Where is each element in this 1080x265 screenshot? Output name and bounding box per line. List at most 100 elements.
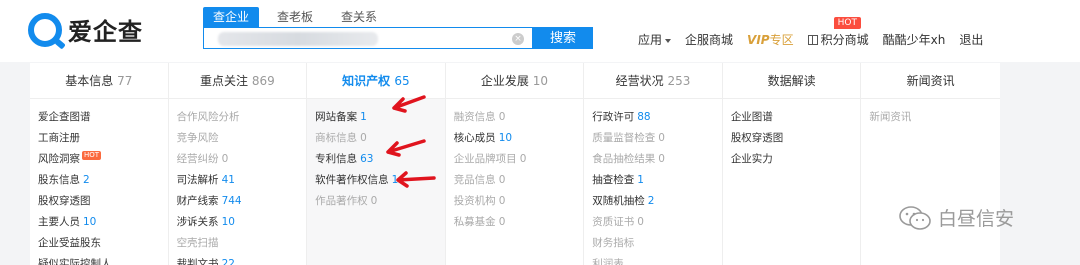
vip-suffix: 专区: [769, 33, 794, 47]
tab-basic-info[interactable]: 基本信息 77: [30, 63, 169, 98]
category-item-count: 0: [658, 132, 665, 144]
category-item[interactable]: 爱企查图谱: [38, 107, 168, 128]
category-item-label: 财产线索: [176, 195, 219, 207]
category-item[interactable]: 商标信息 0: [315, 128, 445, 149]
category-item-label: 软件著作权信息: [315, 174, 389, 186]
tab-operations[interactable]: 经营状况 253: [584, 63, 723, 98]
tab-count: 10: [532, 74, 549, 88]
tab-count: 869: [251, 74, 275, 88]
category-item[interactable]: 财务指标: [592, 233, 722, 254]
nav-user[interactable]: 酷酷少年xh: [883, 31, 946, 48]
category-column: 融资信息 0 核心成员 10 企业品牌项目 0 竞品信息 0 投资机构 0 私募基金 0: [446, 99, 585, 265]
blurred-query: [218, 32, 378, 46]
category-item-label: 疑似实际控制人: [38, 258, 112, 265]
category-item[interactable]: 工商注册: [38, 128, 168, 149]
category-item[interactable]: 竞争风险: [177, 128, 307, 149]
category-item[interactable]: 新闻资讯: [869, 107, 1000, 128]
category-item[interactable]: 涉诉关系 10: [177, 212, 307, 233]
category-item-label: 空壳扫描: [176, 237, 219, 249]
tab-label: 企业发展: [480, 74, 529, 88]
category-item[interactable]: 竞品信息 0: [454, 170, 584, 191]
category-item-label: 核心成员: [453, 132, 496, 144]
category-item-label: 企业实力: [730, 153, 773, 165]
tab-key-focus[interactable]: 重点关注 869: [169, 63, 308, 98]
tab-label: 经营状况: [615, 74, 664, 88]
category-tabs: 基本信息 77 重点关注 869 知识产权 65 企业发展 10 经营状况 25…: [30, 63, 1000, 99]
category-item[interactable]: 核心成员 10: [454, 128, 584, 149]
category-item[interactable]: 资质证书 0: [592, 212, 722, 233]
hot-badge: HOT: [82, 151, 102, 160]
category-item[interactable]: 企业品牌项目 0: [454, 149, 584, 170]
category-column: 合作风险分析竞争风险经营纠纷 0 司法解析 41 财产线索 744 涉诉关系 10 空壳扫描裁判…: [169, 99, 308, 265]
category-item-label: 股权穿透图: [730, 132, 784, 144]
category-item[interactable]: 企业实力: [731, 149, 861, 170]
tab-label: 知识产权: [342, 74, 391, 88]
category-item[interactable]: 食品抽检结果 0: [592, 149, 722, 170]
category-item[interactable]: 网站备案 1: [315, 107, 445, 128]
category-item-count: 0: [360, 132, 367, 144]
search-input[interactable]: ×: [203, 27, 533, 49]
hot-badge: HOT: [833, 17, 861, 29]
category-item-count: 0: [370, 195, 378, 207]
tab-search-company[interactable]: 查企业: [203, 7, 260, 27]
category-item[interactable]: 股权穿透图: [38, 191, 168, 212]
logo[interactable]: 爱企查: [28, 12, 143, 47]
tab-data-analysis[interactable]: 数据解读: [723, 63, 862, 98]
category-item[interactable]: 质量监督检查 0: [592, 128, 722, 149]
category-column: 网站备案 1 商标信息 0 专利信息 63 软件著作权信息 1 作品著作权 0: [307, 99, 446, 265]
category-item[interactable]: 利润表: [592, 254, 722, 265]
nav-vip[interactable]: VIP专区: [747, 31, 794, 48]
category-item[interactable]: 抽查检查 1: [592, 170, 722, 191]
category-item-label: 双随机抽检: [592, 195, 645, 207]
category-item-label: 股权穿透图: [38, 195, 91, 207]
category-item[interactable]: 裁判文书 22: [177, 254, 307, 265]
category-item-label: 爱企查图谱: [38, 111, 91, 123]
nav-logout[interactable]: 退出: [959, 31, 983, 48]
top-nav: 应用 企服商城 VIP专区 积分商城 HOT 酷酷少年xh 退出: [638, 17, 997, 48]
category-item-label: 作品著作权: [315, 195, 368, 207]
tab-development[interactable]: 企业发展 10: [446, 63, 585, 98]
category-column: 新闻资讯: [861, 99, 1000, 265]
category-item[interactable]: 司法解析 41: [177, 170, 307, 191]
category-item-label: 企业品牌项目: [453, 153, 517, 165]
category-item[interactable]: 股权穿透图: [731, 128, 861, 149]
nav-apps[interactable]: 应用: [638, 31, 672, 48]
category-column: 企业图谱股权穿透图企业实力: [723, 99, 862, 265]
category-item-label: 竞争风险: [176, 132, 219, 144]
category-item[interactable]: 行政许可 88: [592, 107, 722, 128]
category-item[interactable]: 双随机抽检 2: [592, 191, 722, 212]
category-item[interactable]: 合作风险分析: [177, 107, 307, 128]
category-item-count: 0: [498, 216, 506, 228]
category-item-label: 裁判文书: [176, 258, 219, 265]
tab-search-boss[interactable]: 查老板: [267, 7, 323, 27]
category-item[interactable]: 经营纠纷 0: [177, 149, 307, 170]
search-button[interactable]: 搜索: [533, 27, 593, 49]
category-item[interactable]: 空壳扫描: [177, 233, 307, 254]
category-item[interactable]: 私募基金 0: [454, 212, 584, 233]
clear-icon[interactable]: ×: [512, 33, 524, 45]
nav-mall[interactable]: 企服商城: [685, 31, 733, 48]
category-item[interactable]: 企业图谱: [731, 107, 861, 128]
category-item[interactable]: 融资信息 0: [454, 107, 584, 128]
tab-news[interactable]: 新闻资讯: [861, 63, 1000, 98]
category-item-label: 利润表: [592, 258, 624, 265]
category-item[interactable]: 股东信息 2: [38, 170, 168, 191]
category-item[interactable]: 财产线索 744: [177, 191, 307, 212]
nav-points-mall[interactable]: 积分商城 HOT: [807, 17, 869, 48]
category-item[interactable]: 软件著作权信息 1: [315, 170, 445, 191]
category-column: 爱企查图谱工商注册风险洞察 HOT 股东信息 2 股权穿透图主要人员 10 企业受益股东疑似…: [30, 99, 169, 265]
category-item[interactable]: 风险洞察 HOT: [38, 149, 168, 170]
category-item[interactable]: 专利信息 63: [315, 149, 445, 170]
category-item[interactable]: 投资机构 0: [454, 191, 584, 212]
category-item-label: 资质证书: [592, 216, 635, 228]
tab-intellectual-property[interactable]: 知识产权 65: [307, 63, 446, 98]
category-item-label: 涉诉关系: [176, 216, 219, 228]
category-item-label: 工商注册: [38, 132, 80, 144]
category-item[interactable]: 疑似实际控制人: [38, 254, 168, 265]
vip-label: VIP: [747, 33, 770, 47]
category-item[interactable]: 企业受益股东: [38, 233, 168, 254]
tab-label: 重点关注: [199, 74, 248, 88]
category-item[interactable]: 主要人员 10: [38, 212, 168, 233]
tab-search-relation[interactable]: 查关系: [331, 7, 387, 27]
category-item[interactable]: 作品著作权 0: [315, 191, 445, 212]
